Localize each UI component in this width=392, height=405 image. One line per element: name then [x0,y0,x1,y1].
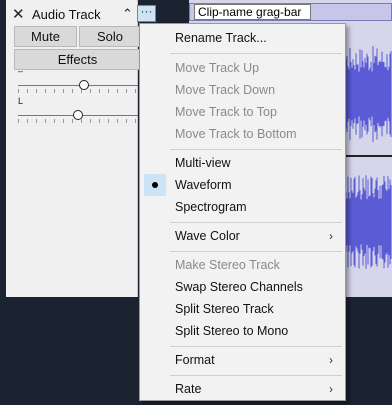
menu-item-label: Split Stereo to Mono [175,324,289,338]
menu-item-label: Spectrogram [175,200,247,214]
menu-item-label: Move Track Up [175,61,260,75]
menu-item-label: Split Stereo Track [175,302,274,316]
close-icon[interactable]: ✕ [12,5,25,23]
menu-separator [170,149,342,150]
gain-slider-thumb[interactable] [78,80,89,90]
menu-item-rate[interactable]: Rate › [140,378,345,400]
menu-item-label: Move Track to Bottom [175,127,297,141]
menu-item-swap-stereo-channels[interactable]: Swap Stereo Channels [140,276,345,298]
menu-item-label: Waveform [175,178,232,192]
menu-item-make-stereo-track: Make Stereo Track [140,254,345,276]
pan-slider[interactable]: L [18,96,138,125]
gain-slider-track [18,85,138,86]
menu-item-split-stereo-to-mono[interactable]: Split Stereo to Mono [140,320,345,342]
menu-item-spectrogram[interactable]: Spectrogram [140,196,345,218]
menu-item-rename-track[interactable]: Rename Track... [140,27,345,49]
gain-label: – [18,66,24,76]
menu-separator [170,375,342,376]
mute-button[interactable]: Mute [14,26,77,47]
clip-header[interactable] [189,3,392,21]
menu-item-label: Multi-view [175,156,231,170]
menu-item-waveform[interactable]: Waveform [140,174,345,196]
menu-item-label: Format [175,353,215,367]
menu-separator [170,222,342,223]
chevron-right-icon: › [329,382,333,396]
menu-item-move-track-to-top: Move Track to Top [140,101,345,123]
menu-item-move-track-down: Move Track Down [140,79,345,101]
menu-separator [170,251,342,252]
chevron-right-icon: › [329,353,333,367]
track-title-row: ✕ Audio Track ⌃ [6,4,137,24]
menu-item-label: Rename Track... [175,31,267,45]
menu-item-format[interactable]: Format › [140,349,345,371]
menu-item-label: Move Track to Top [175,105,277,119]
clip-name-input[interactable] [194,4,311,20]
radio-dot-icon [152,182,158,188]
menu-item-label: Rate [175,382,202,396]
menu-item-label: Move Track Down [175,83,276,97]
track-name[interactable]: Audio Track [32,7,101,22]
pan-slider-thumb[interactable] [73,110,83,120]
menu-item-split-stereo-track[interactable]: Split Stereo Track [140,298,345,320]
selected-indicator [144,174,166,196]
menu-item-label: Make Stereo Track [175,258,280,272]
menu-item-wave-color[interactable]: Wave Color › [140,225,345,247]
track-menu-button[interactable]: ··· [137,5,156,22]
menu-item-label: Swap Stereo Channels [175,280,303,294]
menu-item-multi-view[interactable]: Multi-view [140,152,345,174]
effects-button[interactable]: Effects [14,49,141,70]
chevron-right-icon: › [329,229,333,243]
track-control-panel: ✕ Audio Track ⌃ Mute Solo Effects – L [6,0,141,297]
pan-label: L [18,96,24,106]
menu-item-move-track-to-bottom: Move Track to Bottom [140,123,345,145]
chevron-up-icon[interactable]: ⌃ [122,6,133,22]
track-context-menu: Rename Track... Move Track Up Move Track… [139,23,346,401]
menu-separator [170,53,342,54]
menu-item-move-track-up: Move Track Up [140,57,345,79]
menu-item-label: Wave Color [175,229,240,243]
menu-separator [170,346,342,347]
solo-button[interactable]: Solo [79,26,141,47]
gain-slider-ticks [18,89,138,93]
ellipsis-icon: ··· [140,4,153,18]
gain-slider[interactable]: – [18,66,138,95]
